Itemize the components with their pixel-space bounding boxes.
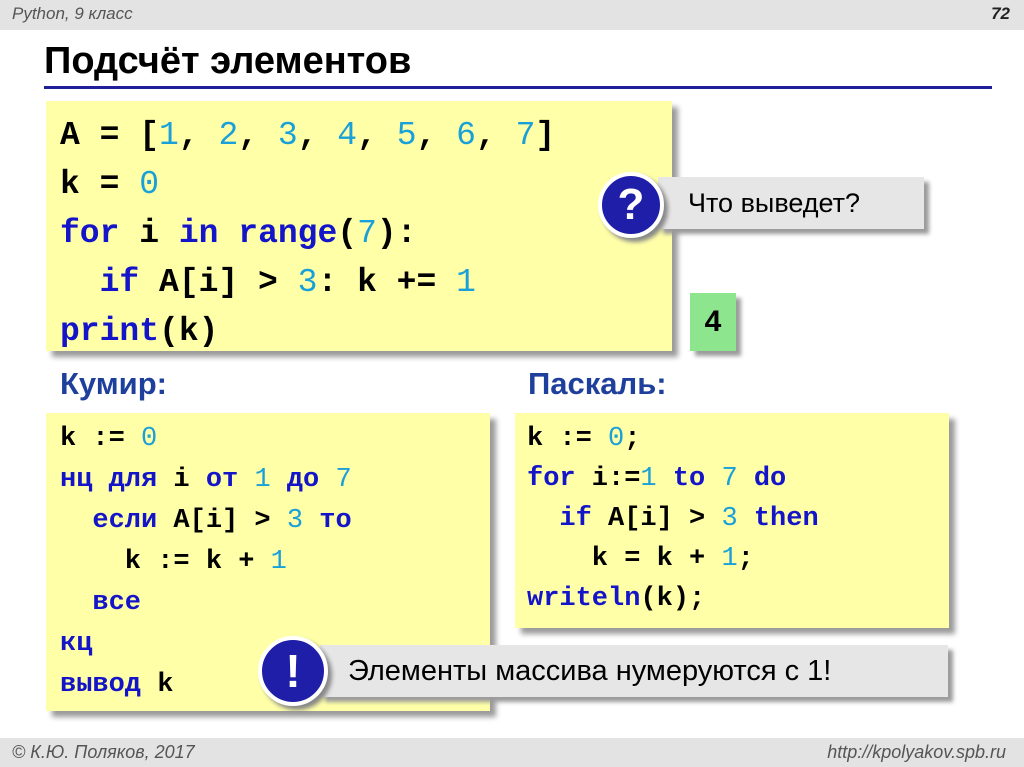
code-line: if A[i] > 3 then	[559, 504, 819, 534]
code-line: k := k + 1	[60, 547, 287, 577]
python-code-block: A = [1, 2, 3, 4, 5, 6, 7] k = 0 for i in…	[46, 101, 672, 351]
code-line: если A[i] > 3 то	[92, 506, 352, 536]
code-line: for i:=1 to 7 do	[527, 464, 787, 494]
page-number: 72	[991, 4, 1010, 23]
code-line: k = k + 1;	[527, 544, 754, 574]
answer-badge: 4	[690, 293, 736, 351]
code-line: writeln(k);	[527, 584, 706, 614]
title-underline	[44, 86, 992, 89]
question-box: Что выведет?	[658, 177, 924, 229]
code-line: все	[92, 588, 142, 618]
code-line: for i in range(7):	[60, 215, 417, 252]
footer-bar: © К.Ю. Поляков, 2017 http://kpolyakov.sp…	[0, 738, 1024, 767]
exclamation-icon: !	[258, 636, 328, 706]
code-line: k = 0	[60, 166, 160, 203]
note-box: Элементы массива нумеруются с 1!	[320, 645, 948, 697]
copyright-text: © К.Ю. Поляков, 2017	[12, 742, 195, 762]
code-line: A = [1, 2, 3, 4, 5, 6, 7]	[60, 117, 556, 154]
code-line: if A[i] > 3: k += 1	[99, 264, 476, 301]
code-line: нц для i от 1 до 7	[60, 465, 352, 495]
code-line: k := 0;	[527, 424, 641, 454]
slide-title: Подсчёт элементов	[44, 40, 412, 82]
header-bar: Python, 9 класс 72	[0, 0, 1024, 30]
pascal-code-block: k := 0; for i:=1 to 7 do if A[i] > 3 the…	[515, 413, 949, 628]
code-line: print(k)	[60, 313, 219, 350]
course-label: Python, 9 класс	[12, 4, 133, 23]
kumir-heading: Кумир:	[60, 366, 168, 401]
pascal-heading: Паскаль:	[528, 366, 667, 401]
code-line: k := 0	[60, 424, 158, 454]
website-link[interactable]: http://kpolyakov.spb.ru	[827, 742, 1006, 763]
question-mark-icon: ?	[598, 172, 664, 238]
